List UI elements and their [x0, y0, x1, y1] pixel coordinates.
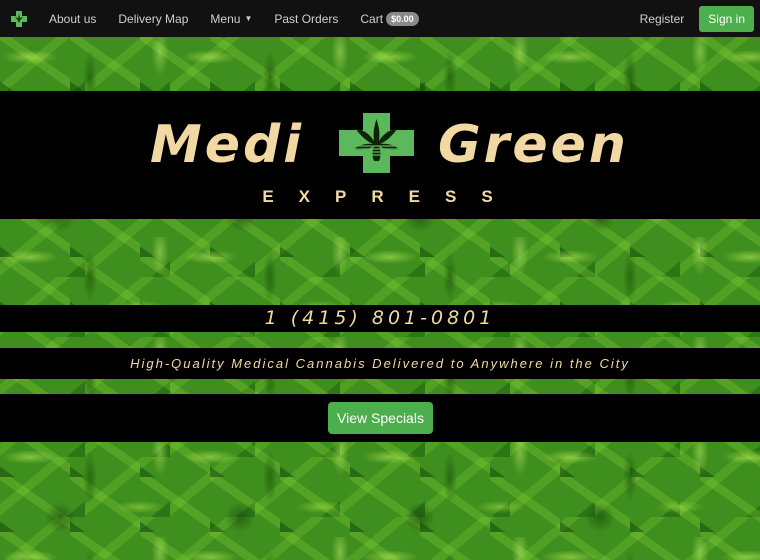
cta-band: View Specials: [0, 394, 760, 442]
nav-about-us[interactable]: About us: [38, 12, 107, 26]
logo-word-medi: Medi: [150, 115, 305, 175]
logo: Medi Green: [0, 103, 760, 175]
cannabis-leaf-cross-icon: [339, 113, 414, 173]
phone-band: 1 (415) 801-0801: [0, 305, 760, 332]
brand-logo-button[interactable]: [0, 0, 38, 37]
view-specials-button[interactable]: View Specials: [328, 402, 433, 434]
nav-past-orders[interactable]: Past Orders: [263, 12, 349, 26]
caret-down-icon: ▼: [244, 14, 253, 23]
signin-button[interactable]: Sign in: [699, 5, 754, 32]
cannabis-cross-icon: [11, 10, 27, 27]
logo-banner: Medi Green EXPRESS: [0, 91, 760, 219]
nav-delivery-map[interactable]: Delivery Map: [107, 12, 199, 26]
tagline-band: High-Quality Medical Cannabis Delivered …: [0, 348, 760, 379]
cart-total-badge: $0.00: [386, 11, 419, 26]
top-navbar: About us Delivery Map Menu ▼ Past Orders…: [0, 0, 760, 37]
register-link[interactable]: Register: [629, 12, 696, 26]
nav-menu-dropdown[interactable]: Menu ▼: [199, 12, 263, 26]
logo-word-green: Green: [438, 115, 629, 175]
nav-cart[interactable]: Cart $0.00: [349, 11, 429, 26]
phone-number: 1 (415) 801-0801: [264, 307, 496, 329]
cart-label: Cart: [360, 11, 384, 26]
nav-menu-label: Menu: [210, 11, 241, 26]
tagline: High-Quality Medical Cannabis Delivered …: [130, 356, 630, 371]
logo-subtitle: EXPRESS: [262, 187, 518, 206]
